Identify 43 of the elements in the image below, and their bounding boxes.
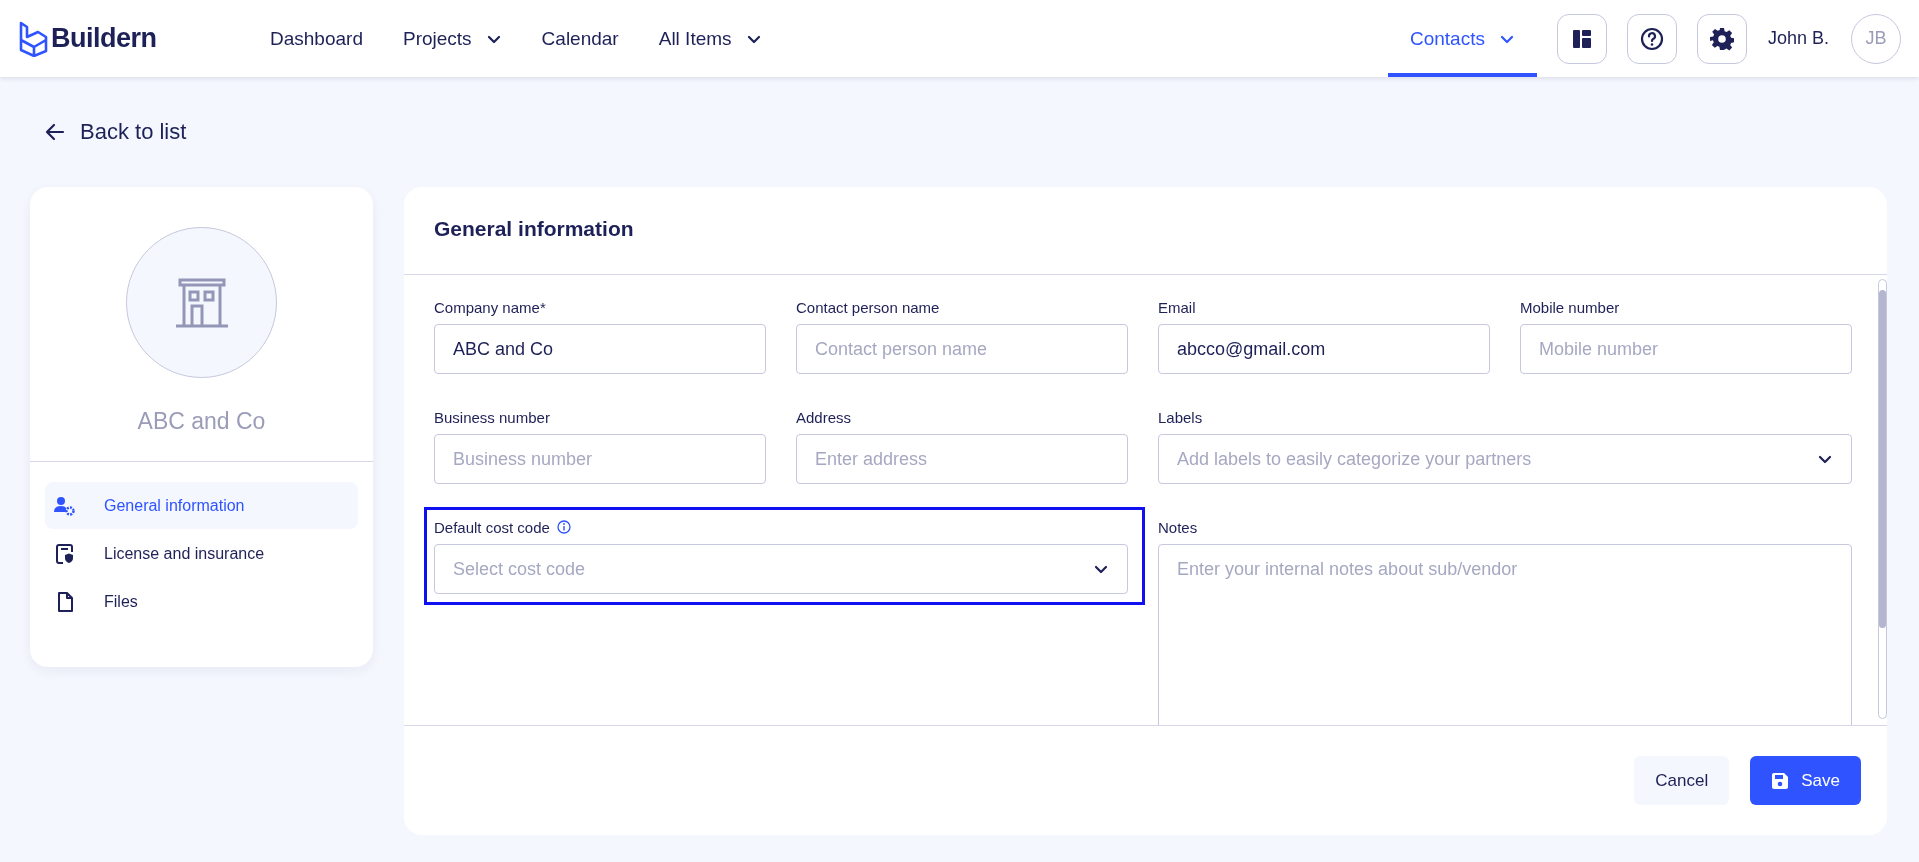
text-field[interactable]: Contact person name [796,324,1128,374]
back-link[interactable]: Back to list [44,119,187,145]
side-menu-item[interactable]: Files [45,578,358,625]
scrollbar-thumb[interactable] [1879,290,1886,628]
document-shield-icon [54,543,76,564]
arrow-left-icon [44,121,66,143]
text-field[interactable]: Enter address [796,434,1128,484]
section-title: General information [404,187,1887,275]
field-label: Business number [434,408,550,426]
field-label: Mobile number [1520,298,1620,316]
logo-text[interactable]: Buildern [51,23,157,54]
field-label: Address [796,408,852,426]
settings-icon [1709,26,1734,51]
notes-field[interactable]: Enter your internal notes about sub/vendor [1158,544,1852,725]
field-label: Labels [1158,408,1203,426]
text-field[interactable]: Business number [434,434,766,484]
user-name[interactable]: John B. [1767,28,1829,49]
field-label: Contact person name [796,298,940,316]
field-label: Notes [1158,518,1198,536]
help-icon [1639,26,1664,51]
field-label: Default cost code [434,518,550,536]
user-gear-icon [54,495,76,516]
nav-link[interactable]: Dashboard [270,0,363,77]
nav-link[interactable]: Calendar [541,0,619,77]
field-label: Email [1158,298,1196,316]
logo-icon [18,20,48,57]
help-button[interactable] [1626,13,1677,64]
nav-link[interactable]: All Items [658,0,762,77]
text-field[interactable]: abcco@gmail.com [1158,324,1490,374]
company-name: ABC and Co [137,408,266,435]
info-icon[interactable] [556,520,571,534]
field-label: Company name* [434,298,546,316]
text-field[interactable]: Mobile number [1520,324,1852,374]
side-menu-item[interactable]: General information [45,482,358,529]
nav-link[interactable]: Projects [402,0,502,77]
save-button[interactable]: Save [1750,756,1861,805]
layout-button[interactable] [1556,13,1607,64]
nav-tab[interactable]: Contacts [1387,0,1537,77]
cancel-button[interactable]: Cancel [1634,756,1730,805]
text-field[interactable]: ABC and Co [434,324,766,374]
side-menu-item[interactable]: License and insurance [45,530,358,577]
settings-button[interactable] [1696,13,1747,64]
layout-icon [1570,27,1593,50]
